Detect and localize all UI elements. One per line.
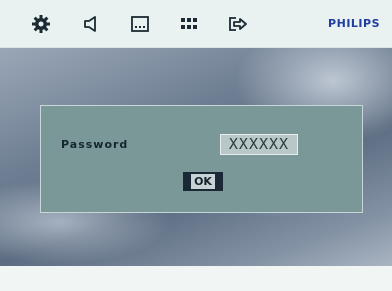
ok-button[interactable]: OK: [183, 172, 223, 191]
password-field[interactable]: XXXXXX: [220, 134, 298, 155]
dvd-setup-screen: PHILIPS Password XXXXXX OK: [0, 0, 392, 291]
gear-icon[interactable]: [28, 12, 54, 36]
setup-menu-bar: PHILIPS: [0, 0, 392, 48]
ok-button-label: OK: [191, 174, 215, 189]
speaker-icon[interactable]: [78, 12, 104, 36]
exit-icon[interactable]: [225, 12, 251, 36]
grid-icon[interactable]: [176, 12, 202, 36]
subtitle-icon[interactable]: [127, 12, 153, 36]
brand-logo: PHILIPS: [328, 17, 380, 30]
bottom-status-bar: [0, 266, 392, 291]
password-label: Password: [61, 138, 129, 151]
password-dialog: Password XXXXXX OK: [40, 105, 363, 213]
